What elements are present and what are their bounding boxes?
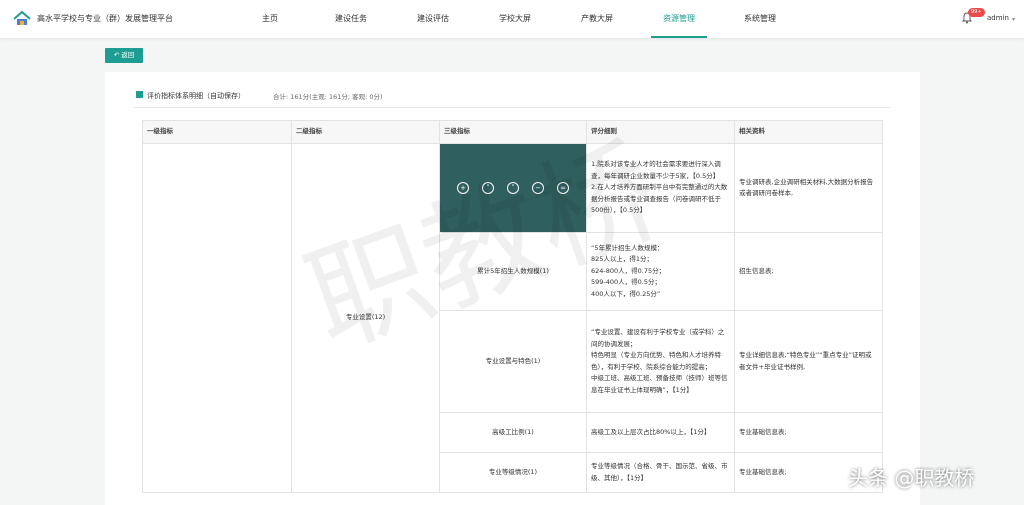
user-menu[interactable]: admin bbox=[987, 14, 1009, 22]
level3-cell-hover[interactable]: + ˄ ˅ − ∞ bbox=[439, 143, 587, 233]
nav-resource-management[interactable]: 资源管理 bbox=[651, 0, 707, 38]
level2-cell: 专业设置(12) bbox=[291, 143, 440, 493]
detail-cell: 专业等级情况（合格、骨干、国示范、省级、市级、其他），【1分】 bbox=[586, 452, 735, 493]
section-marker bbox=[136, 91, 143, 98]
detail-cell: 高级工及以上层次占比80%以上，【1分】 bbox=[586, 412, 735, 453]
section-divider bbox=[134, 107, 890, 108]
nav-school-screen[interactable]: 学校大屏 bbox=[490, 0, 540, 38]
nav-industry-screen[interactable]: 产教大屏 bbox=[572, 0, 622, 38]
detail-cell: “5年累计招生人数规模： 825人以上，得1分； 624-800人，得0.75分… bbox=[586, 232, 735, 311]
level3-cell: 累计5年招生人数规模(1) bbox=[439, 232, 587, 311]
score-summary: 合计: 161分(主观: 161分; 客观: 0分) bbox=[273, 93, 383, 101]
col-level1: 一级指标 bbox=[142, 120, 292, 144]
source-watermark: 头条 @职教桥 bbox=[848, 466, 975, 490]
indicator-table: 一级指标 二级指标 三级指标 评分细则 相关资料 专业设置(12) + ˄ ˅ … bbox=[142, 120, 883, 493]
back-button[interactable]: ↶ 返回 bbox=[105, 48, 143, 63]
nav-home[interactable]: 主页 bbox=[250, 0, 290, 38]
nav-system-management[interactable]: 系统管理 bbox=[735, 0, 785, 38]
col-level2: 二级指标 bbox=[291, 120, 440, 144]
nav-construction-evaluation[interactable]: 建设评估 bbox=[408, 0, 458, 38]
detail-cell: 1.院系对该专业人才的社会需求要进行深入调查，每年调研企业数量不少于5家，【0.… bbox=[586, 143, 735, 233]
link-icon[interactable]: ∞ bbox=[557, 182, 569, 194]
section-title: 评价指标体系明细（自动保存） bbox=[147, 92, 245, 100]
notification-badge: 99+ bbox=[968, 8, 985, 17]
materials-cell: 专业基础信息表; bbox=[734, 412, 883, 453]
col-level3: 三级指标 bbox=[439, 120, 587, 144]
nav-construction-tasks[interactable]: 建设任务 bbox=[326, 0, 376, 38]
row-action-icons: + ˄ ˅ − ∞ bbox=[444, 182, 582, 194]
detail-cell: “专业设置、建设有利于学校专业（或学科）之间的协调发展； 特色明显（专业方向优势… bbox=[586, 310, 735, 413]
level3-cell: 高级工比例(1) bbox=[439, 412, 587, 453]
level3-cell: 专业等级情况(1) bbox=[439, 452, 587, 493]
table-header-row: 一级指标 二级指标 三级指标 评分细则 相关资料 bbox=[142, 120, 883, 144]
active-tab-indicator bbox=[651, 36, 707, 38]
chevron-up-circle-icon[interactable]: ˄ bbox=[482, 182, 494, 194]
materials-cell: 专业详细信息表,“特色专业”“重点专业”证明或者文件+毕业证书样例, bbox=[734, 310, 883, 413]
col-scoring-rules: 评分细则 bbox=[586, 120, 735, 144]
top-navbar: 高水平学校与专业（群）发展管理平台 主页 建设任务 建设评估 学校大屏 产教大屏… bbox=[0, 0, 1024, 38]
level1-cell bbox=[142, 143, 292, 493]
level3-cell: 专业设置与特色(1) bbox=[439, 310, 587, 413]
chevron-down-circle-icon[interactable]: ˅ bbox=[507, 182, 519, 194]
col-materials: 相关资料 bbox=[734, 120, 883, 144]
platform-title: 高水平学校与专业（群）发展管理平台 bbox=[37, 14, 173, 23]
minus-circle-icon[interactable]: − bbox=[532, 182, 544, 194]
plus-circle-icon[interactable]: + bbox=[457, 182, 469, 194]
chevron-down-icon[interactable]: ▾ bbox=[1012, 16, 1015, 23]
logo-icon bbox=[13, 10, 31, 25]
materials-cell: 招生信息表; bbox=[734, 232, 883, 311]
materials-cell: 专业调研表,企业调研相关材料,大数据分析报告或者调研问卷样本, bbox=[734, 143, 883, 233]
table-row[interactable]: 专业设置(12) + ˄ ˅ − ∞ 1.院系对该专业人才的社会需求要进行深入调… bbox=[142, 143, 883, 493]
